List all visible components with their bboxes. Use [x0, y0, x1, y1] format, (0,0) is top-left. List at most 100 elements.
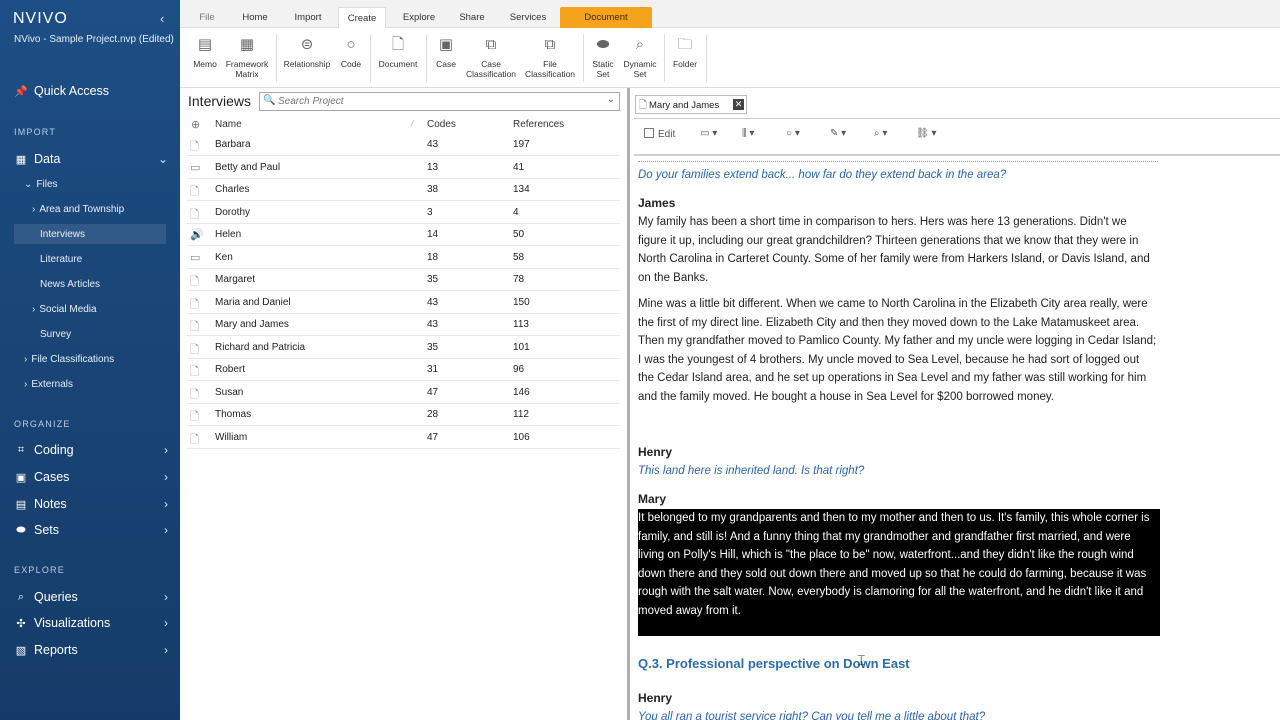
tab-create[interactable]: Create — [338, 7, 386, 28]
document-button[interactable]: 🗋 Document — [376, 34, 420, 88]
sidebar-item-reports[interactable]: ▧ Reports › — [14, 640, 168, 660]
table-row[interactable]: 🗋 Dorothy 3 4 — [187, 202, 620, 224]
row-name: Robert — [215, 364, 246, 375]
tree-item-file-classifications[interactable]: › File Classifications — [24, 349, 114, 369]
row-name: Charles — [215, 184, 250, 195]
annotation-menu-icon[interactable]: ▭ ▾ — [700, 128, 717, 139]
tab-import[interactable]: Import — [288, 7, 328, 28]
row-codes: 47 — [427, 386, 439, 398]
tab-file[interactable]: File — [192, 7, 222, 28]
case-classification-icon: ⧉ — [485, 36, 497, 53]
code-icon: ○ — [346, 36, 356, 53]
row-codes: 35 — [427, 341, 439, 353]
chevron-down-icon: ⌄ — [24, 178, 33, 190]
button-label: File — [543, 59, 557, 69]
framework-matrix-button[interactable]: ▦ Framework Matrix — [224, 34, 270, 88]
table-row[interactable]: 🔊 Helen 14 50 — [187, 224, 620, 246]
file-classification-icon: ⧉ — [544, 36, 556, 53]
tab-explore[interactable]: Explore — [398, 7, 440, 28]
table-row[interactable]: 🗋 Richard and Patricia 35 101 — [187, 337, 620, 359]
document-icon: 🗋 — [190, 208, 199, 221]
column-references[interactable]: References — [513, 119, 564, 130]
tab-share[interactable]: Share — [452, 7, 492, 28]
pen-icon[interactable]: ✎ ▾ — [830, 128, 846, 139]
table-row[interactable]: 🗋 Margaret 35 78 — [187, 269, 620, 291]
collapse-sidebar-icon[interactable]: ‹ — [160, 11, 164, 26]
table-row[interactable]: 🗋 Robert 31 96 — [187, 359, 620, 381]
tree-item-externals[interactable]: › Externals — [24, 374, 73, 394]
table-row[interactable]: 🗋 Charles 38 134 — [187, 179, 620, 201]
button-label: Document — [378, 59, 418, 69]
coding-stripes-icon[interactable]: ⫼ ▾ — [742, 128, 754, 139]
dynamic-set-button[interactable]: ⌕ Dynamic Set — [622, 34, 658, 88]
tab-services[interactable]: Services — [505, 7, 551, 28]
table-row[interactable]: ▭ Ken 18 58 — [187, 247, 620, 269]
tree-item-area-township[interactable]: › Area and Township — [32, 199, 124, 219]
list-panel: Interviews 🔍 ⌄ ⊕ Name ⁄ Codes References… — [180, 88, 627, 720]
tree-item-survey[interactable]: Survey — [40, 324, 71, 344]
add-column-icon[interactable]: ⊕ — [191, 118, 200, 131]
sidebar-item-data[interactable]: ▦ Data ⌄ — [14, 149, 168, 169]
table-row[interactable]: 🗋 Mary and James 43 113 — [187, 314, 620, 336]
chevron-right-icon: › — [164, 497, 168, 511]
chevron-right-icon: › — [164, 590, 168, 604]
sidebar-quick-access[interactable]: 📌 Quick Access — [14, 81, 168, 101]
ribbon-divider — [370, 34, 371, 82]
sidebar-item-coding[interactable]: ⌗ Coding › — [14, 440, 168, 460]
chevron-down-icon[interactable]: ⌄ — [607, 94, 615, 105]
memo-button[interactable]: ▤ Memo — [190, 34, 220, 88]
table-row[interactable]: 🗋 Maria and Daniel 43 150 — [187, 292, 620, 314]
static-set-button[interactable]: ⬬ Static Set — [588, 34, 618, 88]
table-row[interactable]: 🗋 William 47 106 — [187, 427, 620, 449]
row-name: William — [215, 431, 248, 443]
tree-item-label: News Articles — [40, 278, 101, 290]
tree-item-interviews[interactable]: Interviews — [14, 224, 166, 244]
close-icon[interactable]: ✕ — [733, 99, 744, 110]
button-label: Static — [592, 59, 614, 69]
tab-document[interactable]: Document — [560, 7, 652, 28]
file-classification-button[interactable]: ⧉ File Classification — [523, 34, 577, 88]
tree-item-social-media[interactable]: › Social Media — [32, 299, 97, 319]
relationship-button[interactable]: ⊜ Relationship — [283, 34, 331, 88]
document-content[interactable]: Do your families extend back... how far … — [638, 158, 1258, 720]
sidebar-item-sets[interactable]: ⬬ Sets › — [14, 520, 168, 540]
row-codes: 47 — [427, 431, 439, 443]
tree-item-news-articles[interactable]: News Articles — [40, 274, 100, 294]
case-classification-button[interactable]: ⧉ Case Classification — [464, 34, 518, 88]
folder-button[interactable]: 🗀 Folder — [670, 34, 700, 88]
toggle-icon: ⬬ — [596, 36, 610, 53]
briefcase-icon: ▣ — [15, 471, 27, 484]
table-row[interactable]: 🗋 Susan 47 146 — [187, 382, 620, 404]
column-codes[interactable]: Codes — [427, 119, 456, 130]
button-label: Classification — [524, 69, 576, 79]
row-name: Thomas — [215, 409, 252, 420]
sidebar-item-notes[interactable]: ▤ Notes › — [14, 494, 168, 514]
chevron-right-icon: › — [32, 203, 36, 215]
edit-toggle[interactable]: Edit — [644, 128, 675, 140]
clipped-line — [638, 158, 1158, 162]
zoom-icon[interactable]: ⌕ ▾ — [874, 128, 887, 139]
search-box[interactable]: 🔍 ⌄ — [259, 92, 620, 111]
table-row[interactable]: ▭ Betty and Paul 13 41 — [187, 157, 620, 179]
search-input[interactable] — [278, 94, 598, 109]
tree-item-files[interactable]: ⌄ Files — [24, 174, 58, 194]
binoculars-icon: 🔍 — [263, 95, 276, 106]
document-tab[interactable]: 🗋 Mary and James ✕ — [635, 95, 747, 114]
code-button[interactable]: ○ Code — [337, 34, 365, 88]
tab-home[interactable]: Home — [235, 7, 275, 28]
sidebar-item-visualizations[interactable]: ✣ Visualizations › — [14, 613, 168, 633]
row-name: Betty and Paul — [215, 161, 281, 173]
checkbox-icon — [644, 128, 654, 138]
case-button[interactable]: ▣ Case — [432, 34, 460, 88]
highlight-icon[interactable]: ○ ▾ — [786, 128, 800, 139]
sidebar-item-cases[interactable]: ▣ Cases › — [14, 467, 168, 487]
tree-item-literature[interactable]: Literature — [40, 249, 82, 269]
row-references: 41 — [513, 161, 525, 173]
case-icon: ▣ — [438, 36, 454, 53]
column-name[interactable]: Name — [215, 119, 242, 130]
table-row[interactable]: 🗋 Thomas 28 112 — [187, 404, 620, 426]
sidebar-item-queries[interactable]: ⌕ Queries › — [14, 587, 168, 607]
table-row[interactable]: 🗋 Barbara 43 197 — [187, 134, 620, 156]
link-icon[interactable]: ⛓ ▾ — [916, 128, 937, 139]
sort-icon[interactable]: ⁄ — [412, 119, 413, 128]
